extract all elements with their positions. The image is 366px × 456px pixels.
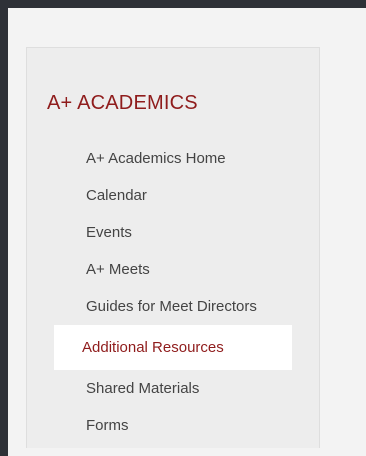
sidebar-item-label[interactable]: Forms (86, 417, 129, 434)
sidebar-item-label[interactable]: A+ Meets (86, 261, 150, 278)
sidebar-item-label[interactable]: Guides for Meet Directors (86, 298, 257, 315)
sidebar-item-calendar[interactable]: Calendar (26, 177, 320, 214)
sidebar-item-label[interactable]: Shared Materials (86, 380, 199, 397)
sidebar-item-label[interactable]: Additional Resources (82, 339, 224, 356)
sidebar-item-forms[interactable]: Forms (26, 407, 320, 444)
sidebar-item-academics-home[interactable]: A+ Academics Home (26, 140, 320, 177)
sidebar-title: A+ ACADEMICS (47, 92, 198, 114)
sidebar-item-label[interactable]: Events (86, 224, 132, 241)
sidebar-item-label[interactable]: Calendar (86, 187, 147, 204)
sidebar-nav: A+ Academics Home Calendar Events A+ Mee… (26, 140, 320, 444)
sidebar-item-label[interactable]: A+ Academics Home (86, 150, 226, 167)
sidebar-item-additional-resources[interactable]: Additional Resources (54, 325, 292, 370)
sidebar-item-events[interactable]: Events (26, 214, 320, 251)
sidebar-item-guides[interactable]: Guides for Meet Directors (26, 288, 320, 325)
sidebar-item-meets[interactable]: A+ Meets (26, 251, 320, 288)
sidebar-item-shared-materials[interactable]: Shared Materials (26, 370, 320, 407)
